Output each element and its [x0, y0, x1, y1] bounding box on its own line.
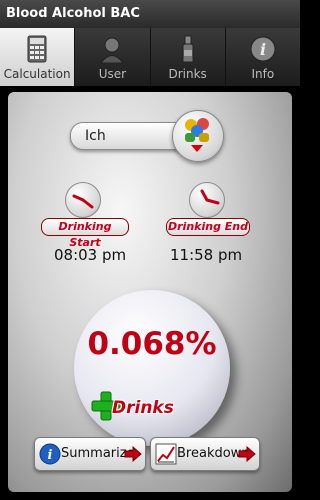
tab-info[interactable]: i Info: [226, 28, 300, 86]
clock-icon: [200, 189, 220, 205]
tab-user[interactable]: User: [75, 28, 151, 86]
drinking-start-label[interactable]: Drinking Start: [41, 218, 129, 249]
add-drinks-button[interactable]: Drinks: [90, 390, 190, 424]
drinking-start-clock[interactable]: [65, 182, 101, 218]
breakdown-button[interactable]: Breakdown: [150, 437, 260, 471]
user-select-button[interactable]: [172, 110, 224, 162]
app-title: Blood Alcohol BAC: [6, 6, 140, 21]
calculator-icon: [27, 35, 47, 63]
tab-label: Info: [251, 67, 275, 81]
tab-label: Drinks: [168, 67, 207, 81]
drinks-label: Drinks: [112, 398, 174, 418]
calculation-panel: Ich Drinking Start 08:03 pm Drinking End…: [8, 92, 292, 492]
summarize-button[interactable]: i Summarize: [34, 437, 146, 471]
bac-value: 0.068%: [87, 326, 217, 362]
arrow-right-icon: [124, 446, 142, 462]
bottle-icon: [182, 35, 194, 63]
info-icon: i: [250, 36, 276, 62]
clock-icon: [72, 194, 94, 209]
tab-label: Calculation: [3, 67, 71, 81]
drinking-end-clock[interactable]: [189, 182, 225, 218]
tab-bar: Calculation User Drinks i Info: [0, 28, 300, 86]
user-name: Ich: [85, 128, 106, 144]
info-icon: i: [39, 443, 61, 465]
user-group-icon: [185, 118, 209, 152]
svg-text:i: i: [48, 448, 53, 463]
tab-calculation[interactable]: Calculation: [0, 28, 76, 86]
title-bar: Blood Alcohol BAC: [0, 0, 300, 29]
drinking-end-time[interactable]: 11:58 pm: [170, 246, 242, 264]
tab-label: User: [98, 67, 127, 81]
arrow-right-icon: [238, 446, 256, 462]
chart-icon: [155, 443, 177, 465]
tab-drinks[interactable]: Drinks: [151, 28, 226, 86]
user-icon: [100, 37, 125, 64]
drinking-end-label[interactable]: Drinking End: [166, 218, 250, 236]
svg-text:i: i: [260, 40, 266, 59]
drinking-start-time[interactable]: 08:03 pm: [54, 246, 126, 264]
